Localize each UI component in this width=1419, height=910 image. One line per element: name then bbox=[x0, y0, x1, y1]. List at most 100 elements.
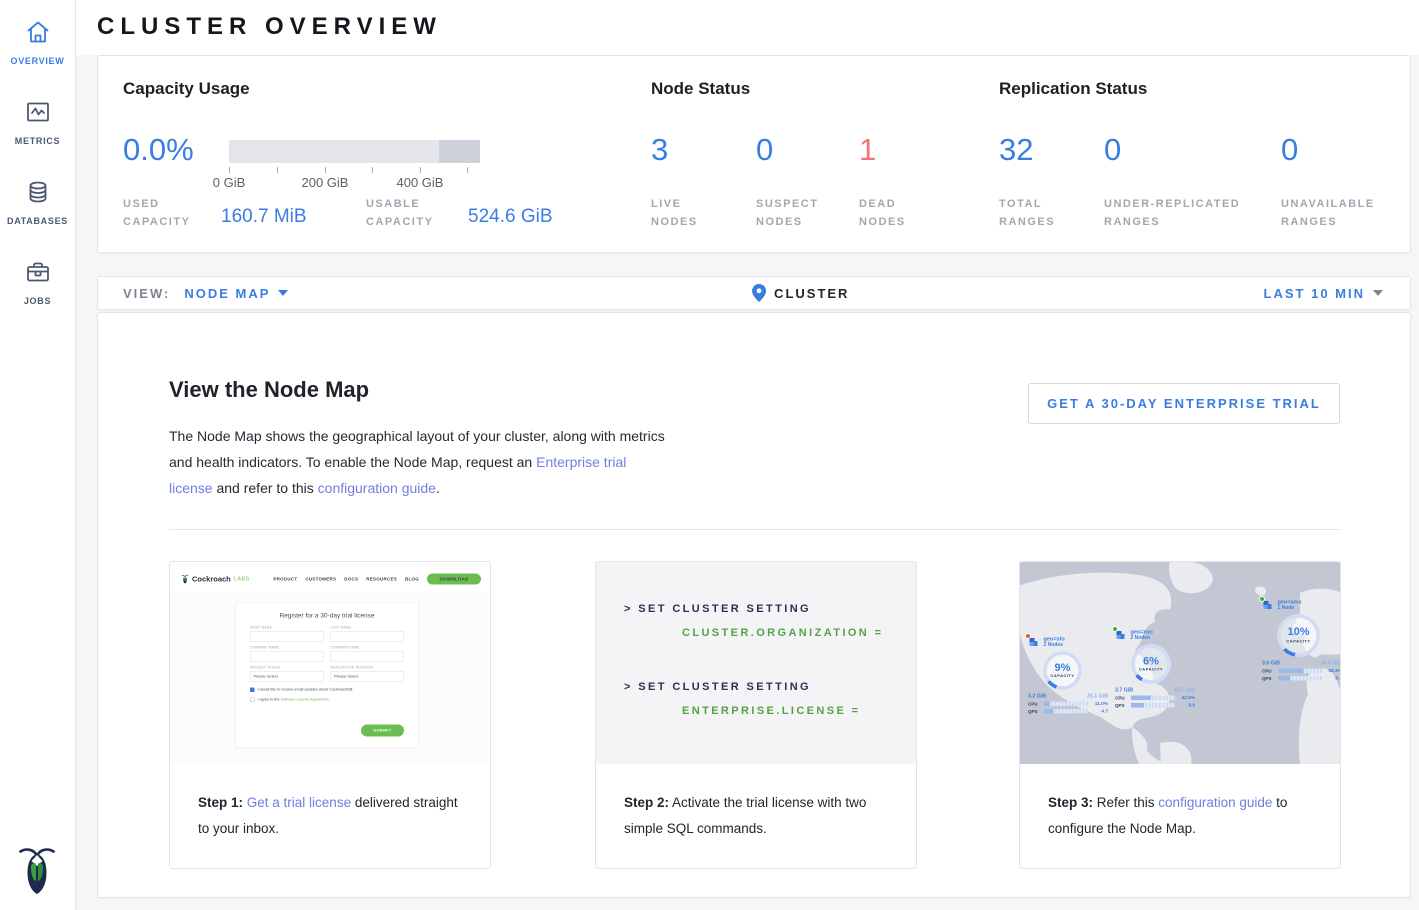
form-field: COMPANY NAME bbox=[250, 646, 324, 662]
sidebar-item-jobs[interactable]: JOBS bbox=[0, 258, 75, 306]
capacity-used: 3.2 GiB bbox=[1028, 693, 1046, 699]
step-3-card: geo=sfo 2 Nodes 9% CAPACITY 3.2 GiB35.1 … bbox=[1019, 561, 1341, 869]
total-ranges-count: 32 bbox=[999, 132, 1033, 168]
cubes-icon bbox=[1028, 636, 1040, 648]
axis-tick-label: 200 GiB bbox=[290, 175, 360, 190]
capacity-gauge: 6% CAPACITY bbox=[1131, 644, 1171, 684]
step-2-caption: Step 2: Activate the trial license with … bbox=[624, 790, 896, 842]
section-description: The Node Map shows the geographical layo… bbox=[169, 423, 669, 501]
enterprise-trial-button[interactable]: GET A 30-DAY ENTERPRISE TRIAL bbox=[1028, 383, 1340, 424]
locality-node-count: 2 Nodes bbox=[1131, 635, 1153, 641]
capacity-bar-reserved-segment bbox=[439, 140, 480, 163]
under-replicated-ranges-count: 0 bbox=[1104, 132, 1121, 168]
cockroach-labs-logo: Cockroach LABS bbox=[181, 574, 250, 584]
sidebar-item-label: OVERVIEW bbox=[0, 56, 75, 66]
under-replicated-ranges-label: UNDER-REPLICATED RANGES bbox=[1104, 195, 1264, 231]
view-label: VIEW: bbox=[123, 286, 170, 301]
cubes-icon bbox=[1262, 599, 1274, 611]
submit-button: SUBMIT bbox=[361, 725, 404, 737]
cockroach-labs-bug-logo bbox=[15, 843, 59, 895]
live-nodes-label: LIVE NODES bbox=[651, 195, 731, 231]
checkbox-checked bbox=[250, 688, 255, 693]
nav-item: PRODUCT bbox=[273, 577, 297, 582]
form-select: PROJECT PHASEPlease Select bbox=[250, 666, 324, 682]
capacity-usage-bar bbox=[229, 140, 480, 163]
total-ranges-label: TOTAL RANGES bbox=[999, 195, 1089, 231]
usable-capacity-value: 524.6 GiB bbox=[468, 206, 553, 228]
nav-item: DOCS bbox=[344, 577, 358, 582]
usable-capacity-label: USABLE CAPACITY bbox=[366, 195, 461, 231]
configuration-guide-link[interactable]: configuration guide bbox=[1158, 795, 1272, 810]
step-3-caption: Step 3: Refer this configuration guide t… bbox=[1048, 790, 1320, 842]
qps-metric: QPS8.8 bbox=[1115, 703, 1195, 709]
map-node-sfo: geo=sfo 2 Nodes 9% CAPACITY 3.2 GiB35.1 … bbox=[1028, 636, 1113, 714]
register-form: Register for a 30-day trial license FIRS… bbox=[236, 602, 419, 748]
axis-tick-label: 400 GiB bbox=[385, 175, 455, 190]
thumb-site-header: Cockroach LABS PRODUCT CUSTOMERS DOCS RE… bbox=[170, 566, 490, 592]
checkbox-label: I agree to the Software License Agreemen… bbox=[258, 697, 330, 702]
get-trial-license-link[interactable]: Get a trial license bbox=[247, 795, 351, 810]
status-dot-up bbox=[1259, 596, 1265, 602]
configuration-guide-link[interactable]: configuration guide bbox=[318, 480, 436, 496]
locality-node-count: 1 Node bbox=[1278, 605, 1302, 611]
unavailable-ranges-count: 0 bbox=[1281, 132, 1298, 168]
qps-metric: QPS4.7 bbox=[1028, 709, 1108, 715]
locality-breadcrumb[interactable]: CLUSTER bbox=[752, 277, 849, 309]
form-field: COMPANY EMAIL bbox=[331, 646, 405, 662]
capacity-percent: 0.0% bbox=[123, 132, 194, 168]
suspect-nodes-label: SUSPECT NODES bbox=[756, 195, 836, 231]
capacity-total: 43.7 GiB bbox=[1174, 687, 1195, 693]
step-1-card: Cockroach LABS PRODUCT CUSTOMERS DOCS RE… bbox=[169, 561, 491, 869]
description-text: and refer to this bbox=[213, 480, 318, 496]
form-select: REASON FOR INTERESTPlease Select bbox=[331, 666, 405, 682]
page-title: CLUSTER OVERVIEW bbox=[97, 13, 442, 41]
register-page-thumbnail: Cockroach LABS PRODUCT CUSTOMERS DOCS RE… bbox=[170, 562, 490, 764]
checkbox-row: I would like to receive email updates ab… bbox=[250, 687, 404, 692]
chevron-down-icon bbox=[1373, 290, 1383, 296]
live-nodes-count: 3 bbox=[651, 132, 668, 168]
sidebar-item-metrics[interactable]: METRICS bbox=[0, 98, 75, 146]
checkbox-row: I agree to the Software License Agreemen… bbox=[250, 697, 404, 702]
view-dropdown[interactable]: NODE MAP bbox=[184, 286, 270, 301]
locality-label: CLUSTER bbox=[774, 286, 849, 301]
form-field: LAST NAME bbox=[331, 626, 405, 642]
qps-metric: QPS8.4 bbox=[1262, 676, 1340, 682]
brand-name: Cockroach bbox=[192, 575, 231, 584]
replication-status-title: Replication Status bbox=[999, 79, 1147, 99]
pin-icon bbox=[752, 284, 766, 302]
locality-node-count: 2 Nodes bbox=[1044, 642, 1065, 648]
axis-tick bbox=[420, 167, 421, 173]
axis-tick bbox=[229, 167, 230, 173]
download-button: DOWNLOAD bbox=[427, 574, 481, 585]
register-form-title: Register for a 30-day trial license bbox=[250, 612, 404, 620]
axis-tick bbox=[372, 167, 373, 173]
capacity-usage-title: Capacity Usage bbox=[123, 79, 250, 99]
cluster-overview-page: OVERVIEW METRICS DATABASES bbox=[0, 0, 1419, 910]
home-icon bbox=[24, 33, 52, 50]
checkbox-label: I would like to receive email updates ab… bbox=[258, 687, 354, 692]
thumb-site-nav: PRODUCT CUSTOMERS DOCS RESOURCES BLOG DO… bbox=[273, 574, 481, 585]
time-range-dropdown[interactable]: LAST 10 MIN bbox=[1264, 277, 1383, 309]
capacity-used: 3.6 GiB bbox=[1262, 660, 1280, 666]
sidebar-item-label: JOBS bbox=[0, 296, 75, 306]
sql-setting: ENTERPRISE.LICENSE = bbox=[682, 705, 861, 717]
map-node-ams: geo=ams 1 Node 10% CAPACITY 3.6 GiB36.6 … bbox=[1262, 599, 1340, 681]
axis-tick bbox=[325, 167, 326, 173]
used-capacity-value: 160.7 MiB bbox=[221, 206, 307, 228]
axis-tick bbox=[277, 167, 278, 173]
sidebar-item-label: DATABASES bbox=[0, 216, 75, 226]
sql-setting: CLUSTER.ORGANIZATION = bbox=[682, 627, 883, 639]
capacity-gauge: 10% CAPACITY bbox=[1277, 614, 1320, 657]
nav-item: BLOG bbox=[405, 577, 419, 582]
dead-nodes-count: 1 bbox=[859, 132, 876, 168]
sql-commands-thumbnail: > SET CLUSTER SETTING CLUSTER.ORGANIZATI… bbox=[596, 562, 916, 764]
sidebar-item-overview[interactable]: OVERVIEW bbox=[0, 18, 75, 66]
sql-prompt: > SET CLUSTER SETTING bbox=[624, 681, 811, 693]
cluster-summary-card: Capacity Usage 0.0% 0 GiB 200 GiB 400 Gi… bbox=[97, 55, 1411, 253]
sidebar: OVERVIEW METRICS DATABASES bbox=[0, 0, 76, 910]
time-range-value: LAST 10 MIN bbox=[1264, 286, 1365, 301]
divider bbox=[169, 529, 1340, 530]
sidebar-item-databases[interactable]: DATABASES bbox=[0, 178, 75, 226]
chevron-down-icon[interactable] bbox=[278, 290, 288, 296]
capacity-used: 3.7 GiB bbox=[1115, 687, 1133, 693]
